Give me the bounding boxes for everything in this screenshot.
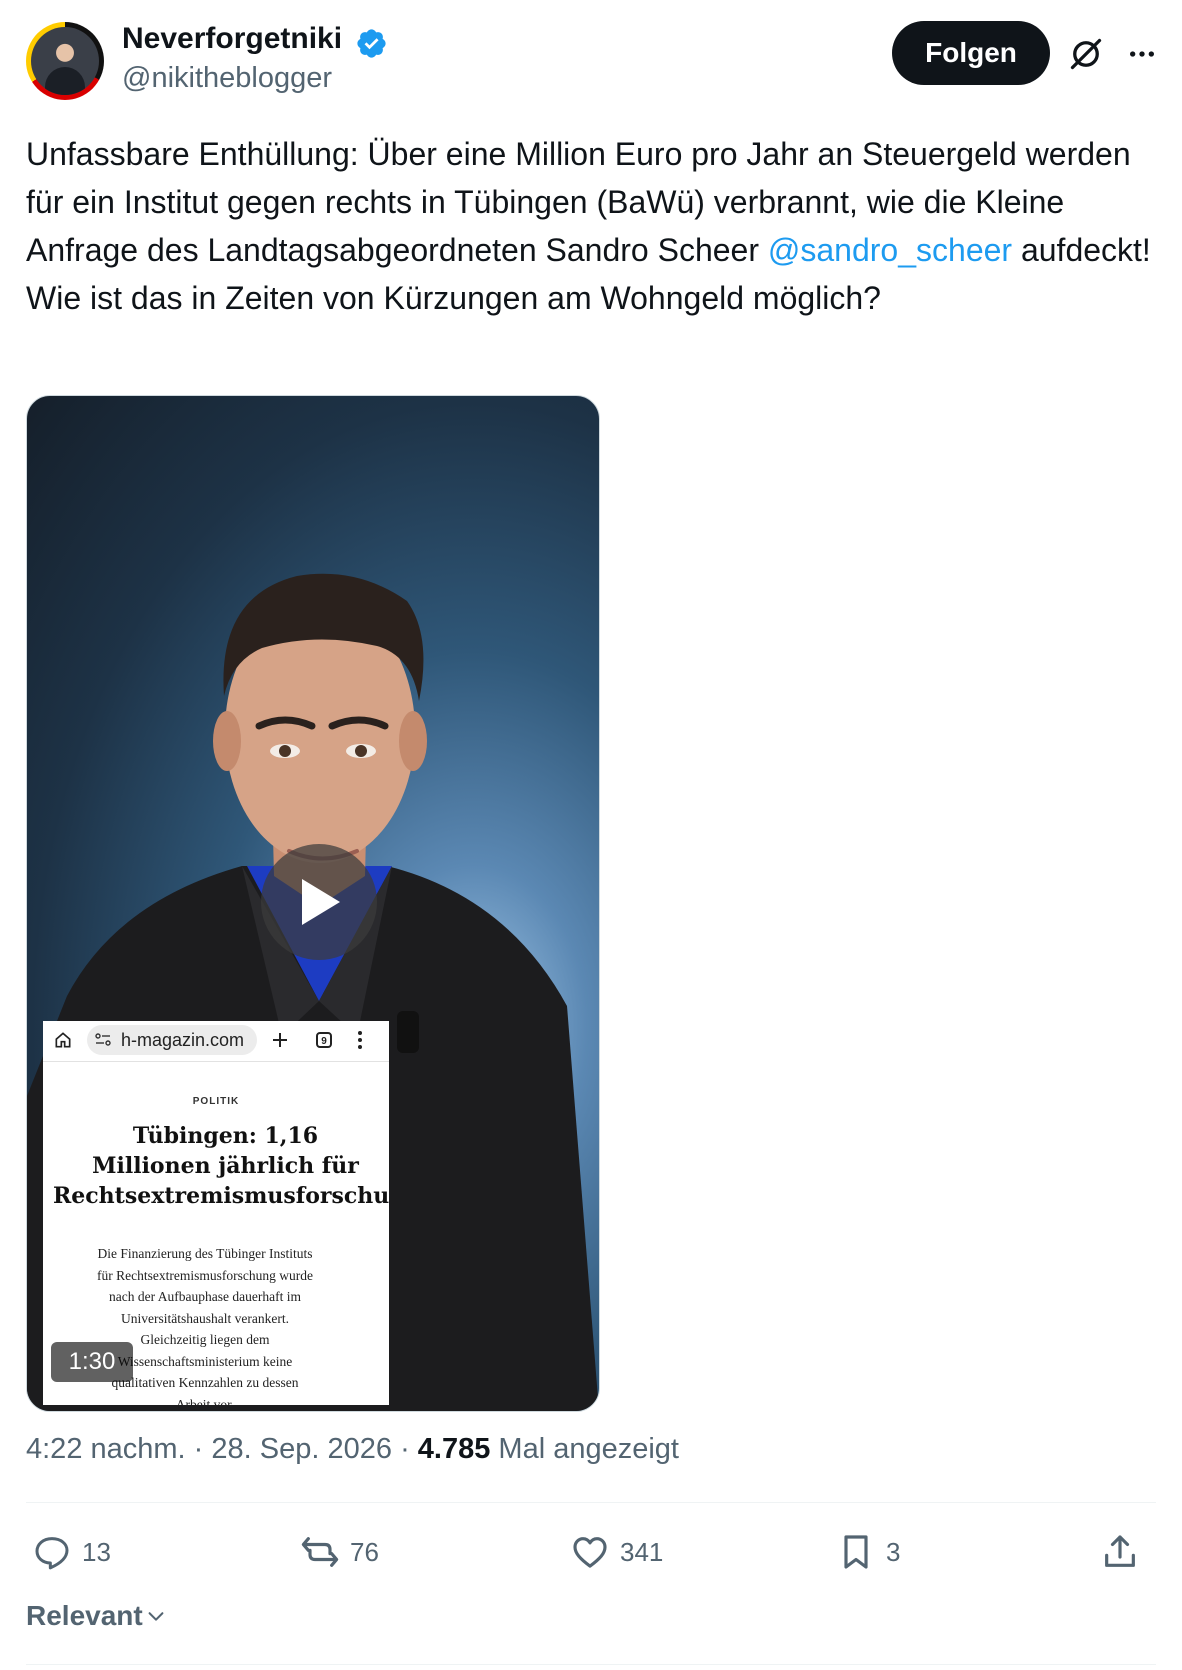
bookmark-button[interactable]: 3 bbox=[836, 1530, 900, 1574]
repost-icon bbox=[301, 1537, 339, 1567]
bookmark-icon bbox=[844, 1535, 868, 1569]
share-icon bbox=[1105, 1535, 1135, 1567]
follow-button[interactable]: Folgen bbox=[892, 21, 1050, 85]
sort-label: Relevant bbox=[26, 1600, 143, 1631]
replies-sort-dropdown[interactable]: Relevant bbox=[26, 1600, 167, 1632]
reply-count: 13 bbox=[82, 1536, 111, 1567]
url-text: h-magazin.com bbox=[121, 1030, 245, 1050]
new-tab-icon bbox=[273, 1033, 287, 1047]
share-button[interactable] bbox=[1100, 1530, 1140, 1574]
svg-text:9: 9 bbox=[321, 1036, 327, 1047]
tweet-header: Neverforgetniki @nikitheblogger Folgen bbox=[0, 0, 1182, 110]
play-button[interactable] bbox=[261, 844, 377, 960]
site-settings-icon bbox=[95, 1033, 111, 1046]
divider bbox=[26, 1502, 1156, 1503]
like-button[interactable]: 341 bbox=[570, 1530, 663, 1574]
repost-button[interactable]: 76 bbox=[300, 1530, 379, 1574]
avatar[interactable] bbox=[26, 22, 104, 100]
repost-count: 76 bbox=[350, 1536, 379, 1567]
divider bbox=[26, 1664, 1156, 1665]
verified-badge-icon[interactable] bbox=[355, 27, 388, 60]
home-icon bbox=[55, 1032, 71, 1048]
view-count: 4.785 bbox=[417, 1433, 491, 1465]
meta-separator: · bbox=[400, 1433, 418, 1465]
chevron-down-icon bbox=[148, 1612, 164, 1621]
like-count: 341 bbox=[620, 1536, 664, 1567]
browser-toolbar: h-magazin.com 9 bbox=[43, 1021, 389, 1062]
reply-button[interactable]: 13 bbox=[32, 1530, 111, 1574]
tweet-date[interactable]: 28. Sep. 2026 bbox=[211, 1433, 392, 1465]
more-options-icon[interactable] bbox=[1126, 38, 1158, 70]
mention-link[interactable]: @sandro_scheer bbox=[768, 232, 1012, 268]
heart-icon bbox=[573, 1537, 607, 1568]
tab-count-icon: 9 bbox=[316, 1032, 332, 1048]
tweet-text: Unfassbare Enthüllung: Über eine Million… bbox=[26, 130, 1156, 322]
tweet-time[interactable]: 4:22 nachm. bbox=[26, 1433, 186, 1465]
grok-icon[interactable] bbox=[1068, 36, 1104, 72]
display-name[interactable]: Neverforgetniki bbox=[122, 22, 342, 56]
video-duration-badge: 1:30 bbox=[51, 1342, 133, 1382]
video-player[interactable]: h-magazin.com 9 POLITIK Tübingen: 1,16 M… bbox=[26, 395, 600, 1412]
meta-separator: · bbox=[193, 1433, 212, 1465]
views-label: Mal angezeigt bbox=[498, 1433, 679, 1465]
play-icon bbox=[302, 879, 340, 925]
avatar-photo bbox=[31, 27, 99, 95]
article-headline: Tübingen: 1,16 Millionen jährlich für Re… bbox=[53, 1123, 389, 1209]
url-bar: h-magazin.com bbox=[87, 1025, 257, 1055]
article-section-label: POLITIK bbox=[192, 1096, 240, 1107]
tweet-meta: 4:22 nachm. · 28. Sep. 2026 · 4.785 Mal … bbox=[26, 1433, 679, 1466]
browser-menu-icon bbox=[358, 1031, 362, 1049]
reply-icon bbox=[35, 1537, 69, 1570]
bookmark-count: 3 bbox=[886, 1536, 901, 1567]
user-handle[interactable]: @nikitheblogger bbox=[122, 62, 332, 95]
